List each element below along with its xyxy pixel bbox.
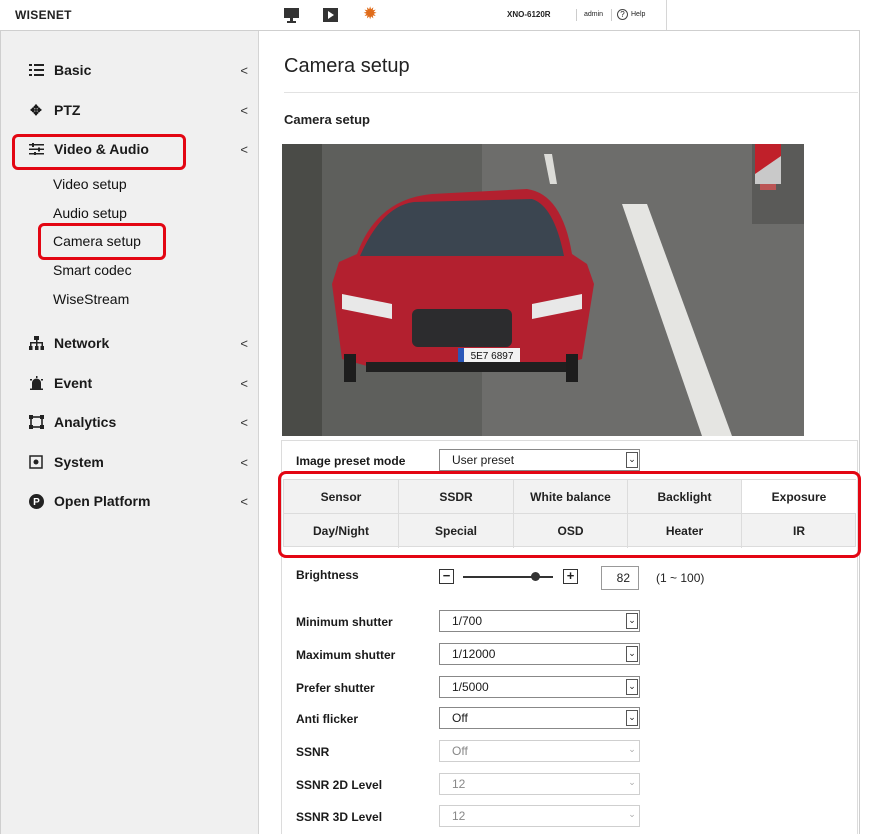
select-value: User preset: [452, 453, 515, 467]
sidebar-item-network[interactable]: Network <: [28, 332, 248, 354]
section-title: Camera setup: [284, 112, 370, 127]
chevron-left-icon: <: [240, 375, 248, 391]
sidebar-item-ptz[interactable]: ✥ PTZ <: [28, 99, 248, 121]
ssnr-2d-level-select: 12 ⌄: [439, 773, 640, 795]
help-label: Help: [631, 11, 646, 18]
monitor-icon[interactable]: [283, 7, 300, 23]
system-icon: [28, 454, 44, 470]
highlight-video-audio: [12, 134, 186, 170]
prefer-shutter-select[interactable]: 1/5000 ⌄: [439, 676, 640, 698]
ssnr-3d-level-label: SSNR 3D Level: [296, 810, 383, 824]
minimum-shutter-select[interactable]: 1/700 ⌄: [439, 610, 640, 632]
highlight-camera-setup: [38, 223, 166, 260]
alarm-icon: [28, 375, 44, 391]
camera-preview-image: 5E7 6897: [282, 144, 804, 436]
select-value: 1/12000: [452, 647, 496, 661]
ssnr-2d-level-label: SSNR 2D Level: [296, 778, 383, 792]
sidebar-item-open-platform[interactable]: P Open Platform <: [28, 490, 248, 512]
sidebar-subitem-smart-codec[interactable]: Smart codec: [53, 262, 132, 278]
chevron-left-icon: <: [240, 454, 248, 470]
select-value: 12: [452, 777, 466, 791]
highlight-tabs: [278, 471, 861, 558]
wisenet-logo: WISENET: [15, 8, 72, 22]
sidebar-item-label: Event: [54, 375, 93, 391]
move-icon: ✥: [30, 101, 42, 118]
sidebar-item-label: Basic: [54, 62, 92, 78]
brightness-decrease-button[interactable]: −: [439, 569, 454, 584]
sidebar-item-label: System: [54, 454, 104, 470]
chevron-down-icon: ⌄: [626, 613, 638, 629]
user-name[interactable]: admin: [584, 11, 603, 18]
anti-flicker-select[interactable]: Off ⌄: [439, 707, 640, 729]
chevron-down-icon: ⌄: [626, 679, 638, 695]
camera-model: XNO-6120R: [507, 10, 551, 19]
gear-icon[interactable]: ✹: [363, 5, 380, 23]
maximum-shutter-select[interactable]: 1/12000 ⌄: [439, 643, 640, 665]
sidebar-item-event[interactable]: Event <: [28, 372, 248, 394]
help-button[interactable]: ? Help: [617, 9, 645, 20]
separator: [611, 9, 612, 21]
chevron-left-icon: <: [240, 141, 248, 157]
chevron-left-icon: <: [240, 493, 248, 509]
select-value: Off: [452, 711, 468, 725]
top-bar: WISENET ✹ XNO-6120R admin ? Help: [0, 0, 667, 30]
select-value: 1/5000: [452, 680, 489, 694]
divider: [284, 92, 858, 93]
select-value: 12: [452, 809, 466, 823]
brightness-value-input[interactable]: 82: [601, 566, 639, 590]
anti-flicker-label: Anti flicker: [296, 712, 359, 726]
brightness-increase-button[interactable]: +: [563, 569, 578, 584]
license-plate: 5E7 6897: [471, 351, 514, 362]
network-icon: [28, 335, 44, 351]
sidebar-item-basic[interactable]: Basic <: [28, 59, 248, 81]
minimum-shutter-label: Minimum shutter: [296, 615, 393, 629]
list-icon: [28, 62, 44, 78]
chevron-down-icon: ⌄: [626, 646, 638, 662]
chevron-down-icon: ⌄: [626, 710, 638, 726]
play-icon[interactable]: [322, 7, 339, 23]
ssnr-3d-level-select: 12 ⌄: [439, 805, 640, 827]
brightness-range-hint: (1 ~ 100): [656, 571, 705, 585]
chevron-down-icon: ⌄: [628, 809, 636, 819]
help-icon: ?: [617, 9, 628, 20]
select-value: Off: [452, 744, 468, 758]
chevron-left-icon: <: [240, 102, 248, 118]
ssnr-select: Off ⌄: [439, 740, 640, 762]
image-preset-label: Image preset mode: [296, 454, 406, 468]
chevron-left-icon: <: [240, 414, 248, 430]
chevron-down-icon: ⌄: [626, 452, 638, 468]
maximum-shutter-label: Maximum shutter: [296, 648, 396, 662]
image-preset-select[interactable]: User preset ⌄: [439, 449, 640, 471]
sidebar-item-label: Network: [54, 335, 110, 351]
sidebar-subitem-audio-setup[interactable]: Audio setup: [53, 205, 127, 221]
brightness-label: Brightness: [296, 568, 359, 582]
camera-preview[interactable]: 5E7 6897: [282, 144, 804, 436]
chevron-left-icon: <: [240, 335, 248, 351]
sidebar-item-system[interactable]: System <: [28, 451, 248, 473]
select-value: 1/700: [452, 614, 483, 628]
sidebar-subitem-video-setup[interactable]: Video setup: [53, 176, 127, 192]
prefer-shutter-label: Prefer shutter: [296, 681, 375, 695]
sidebar-item-analytics[interactable]: Analytics <: [28, 411, 248, 433]
sidebar-item-label: PTZ: [54, 102, 81, 118]
open-platform-icon: P: [28, 493, 44, 509]
svg-text:P: P: [33, 497, 40, 508]
separator: [576, 9, 577, 21]
chevron-left-icon: <: [240, 62, 248, 78]
sidebar-item-label: Analytics: [54, 414, 117, 430]
sidebar-item-label: Open Platform: [54, 493, 151, 509]
analytics-icon: [28, 414, 44, 430]
sidebar-subitem-wisestream[interactable]: WiseStream: [53, 291, 129, 307]
chevron-down-icon: ⌄: [628, 744, 636, 754]
chevron-down-icon: ⌄: [628, 777, 636, 787]
ssnr-label: SSNR: [296, 745, 330, 759]
page-title: Camera setup: [284, 55, 410, 77]
